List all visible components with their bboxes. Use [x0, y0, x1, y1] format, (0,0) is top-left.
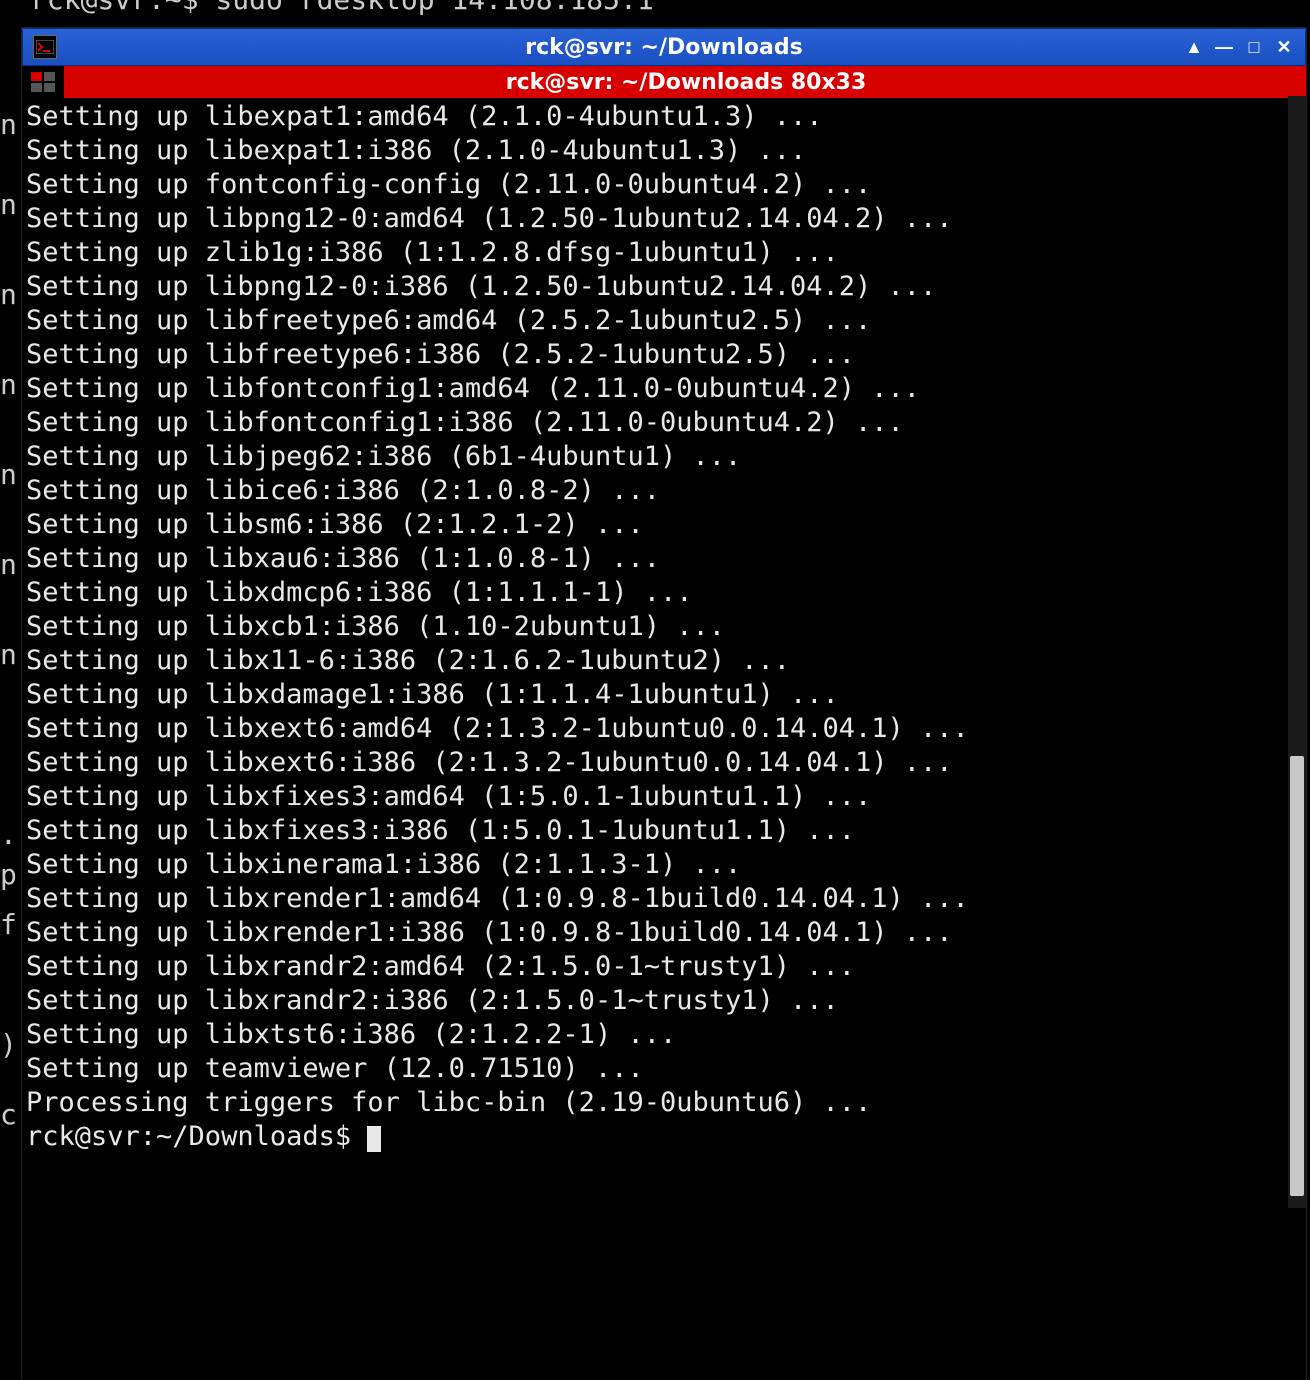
close-button[interactable]: ✕ [1273, 36, 1295, 58]
minimize-button[interactable]: — [1213, 36, 1235, 58]
terminal-line: Setting up libexpat1:amd64 (2.1.0-4ubunt… [26, 100, 1302, 134]
terminal-line: Setting up libxfixes3:amd64 (1:5.0.1-1ub… [26, 780, 1302, 814]
terminal-line: Setting up libxrandr2:amd64 (2:1.5.0-1~t… [26, 950, 1302, 984]
terminal-line: Setting up libexpat1:i386 (2.1.0-4ubuntu… [26, 134, 1302, 168]
terminal-line: Setting up libfreetype6:amd64 (2.5.2-1ub… [26, 304, 1302, 338]
terminal-line: Setting up libx11-6:i386 (2:1.6.2-1ubunt… [26, 644, 1302, 678]
terminal-line: Setting up fontconfig-config (2.11.0-0ub… [26, 168, 1302, 202]
terminal-line: Setting up libxtst6:i386 (2:1.2.2-1) ... [26, 1018, 1302, 1052]
bg-command-line: rck@svr:~$ sudo rdesktop 14.108.185.1 [30, 0, 654, 18]
terminal-line: Setting up libxinerama1:i386 (2:1.1.3-1)… [26, 848, 1302, 882]
terminal-line: Setting up libfontconfig1:i386 (2.11.0-0… [26, 406, 1302, 440]
terminal-line: Setting up libxext6:amd64 (2:1.3.2-1ubun… [26, 712, 1302, 746]
terminal-line: Setting up libxdmcp6:i386 (1:1.1.1-1) ..… [26, 576, 1302, 610]
terminal-line: Setting up libxrandr2:i386 (2:1.5.0-1~tr… [26, 984, 1302, 1018]
terminal-line: Setting up libpng12-0:amd64 (1.2.50-1ubu… [26, 202, 1302, 236]
terminal-line: Setting up libpng12-0:i386 (1.2.50-1ubun… [26, 270, 1302, 304]
terminal-line: Setting up libfreetype6:i386 (2.5.2-1ubu… [26, 338, 1302, 372]
terminal-line: Setting up libxfixes3:i386 (1:5.0.1-1ubu… [26, 814, 1302, 848]
tab-terminal-icon[interactable] [22, 66, 66, 98]
terminal-line: Setting up libjpeg62:i386 (6b1-4ubuntu1)… [26, 440, 1302, 474]
terminal-line: Setting up libice6:i386 (2:1.0.8-2) ... [26, 474, 1302, 508]
shade-button[interactable]: ▲ [1183, 36, 1205, 58]
terminal-tabbar: rck@svr: ~/Downloads 80x33 [22, 66, 1306, 98]
terminal-line: Processing triggers for libc-bin (2.19-0… [26, 1086, 1302, 1120]
terminal-line: Setting up libxext6:i386 (2:1.3.2-1ubunt… [26, 746, 1302, 780]
terminal-line: Setting up libxrender1:i386 (1:0.9.8-1bu… [26, 916, 1302, 950]
terminal-line: Setting up libxdamage1:i386 (1:1.1.4-1ub… [26, 678, 1302, 712]
cursor [367, 1126, 381, 1152]
terminal-line: Setting up libfontconfig1:amd64 (2.11.0-… [26, 372, 1302, 406]
terminal-line: Setting up zlib1g:i386 (1:1.2.8.dfsg-1ub… [26, 236, 1302, 270]
terminal-window: rck@svr: ~/Downloads ▲ — □ ✕ rck@svr: ~/… [22, 28, 1306, 1380]
terminal-line: Setting up libxau6:i386 (1:1.0.8-1) ... [26, 542, 1302, 576]
terminal-line: Setting up libxrender1:amd64 (1:0.9.8-1b… [26, 882, 1302, 916]
terminal-line: Setting up libsm6:i386 (2:1.2.1-2) ... [26, 508, 1302, 542]
tab-title: rck@svr: ~/Downloads 80x33 [66, 70, 1306, 95]
close-icon: ✕ [1276, 37, 1291, 58]
window-title: rck@svr: ~/Downloads [23, 35, 1305, 60]
arrow-up-icon: ▲ [1185, 37, 1203, 58]
window-controls: ▲ — □ ✕ [1183, 36, 1305, 58]
terminal-line: Setting up teamviewer (12.0.71510) ... [26, 1052, 1302, 1086]
terminal-output[interactable]: Setting up libexpat1:amd64 (2.1.0-4ubunt… [22, 98, 1306, 1380]
maximize-icon: □ [1249, 37, 1260, 58]
terminal-line: Setting up libxcb1:i386 (1.10-2ubuntu1) … [26, 610, 1302, 644]
terminal-prompt[interactable]: rck@svr:~/Downloads$ [26, 1120, 1302, 1154]
maximize-button[interactable]: □ [1243, 36, 1265, 58]
terminal-app-icon [33, 35, 57, 59]
minimize-icon: — [1215, 37, 1233, 58]
scrollbar-thumb[interactable] [1290, 756, 1304, 1196]
window-titlebar[interactable]: rck@svr: ~/Downloads ▲ — □ ✕ [22, 28, 1306, 66]
prompt-text: rck@svr:~/Downloads$ [26, 1121, 351, 1152]
terminal-scrollbar[interactable] [1288, 96, 1306, 1208]
